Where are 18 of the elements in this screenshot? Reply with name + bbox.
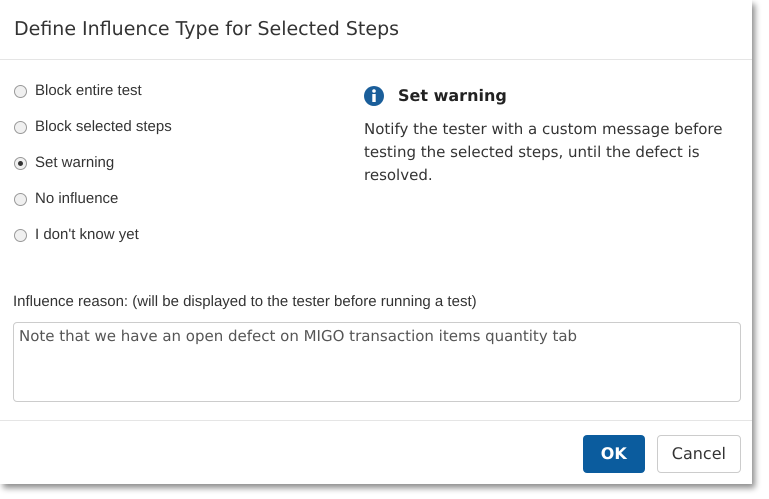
dialog-title: Define Influence Type for Selected Steps	[14, 17, 400, 42]
option-label: No influence	[35, 188, 118, 209]
radio-button[interactable]	[14, 156, 27, 170]
radio-button[interactable]	[14, 84, 27, 98]
info-title: Set warning	[398, 85, 507, 107]
option-label: Block entire test	[35, 80, 142, 101]
ok-button[interactable]: OK	[582, 435, 645, 474]
reason-label: Influence reason: (will be displayed to the tester before running a test)	[13, 292, 478, 312]
cancel-button[interactable]: Cancel	[656, 435, 741, 474]
info-description: Notify the tester with a custom message before testing the selected steps, until the defect is resolved.	[364, 119, 724, 186]
radio-button[interactable]	[14, 228, 27, 242]
info-icon	[364, 86, 384, 106]
option-label: I don't know yet	[35, 224, 139, 245]
radio-button[interactable]	[14, 120, 27, 134]
option-label: Set warning	[35, 152, 114, 173]
radio-button[interactable]	[14, 192, 27, 206]
reason-input[interactable]: Note that we have an open defect on MIGO transaction items quantity tab	[13, 322, 741, 402]
option-label: Block selected steps	[35, 116, 172, 137]
